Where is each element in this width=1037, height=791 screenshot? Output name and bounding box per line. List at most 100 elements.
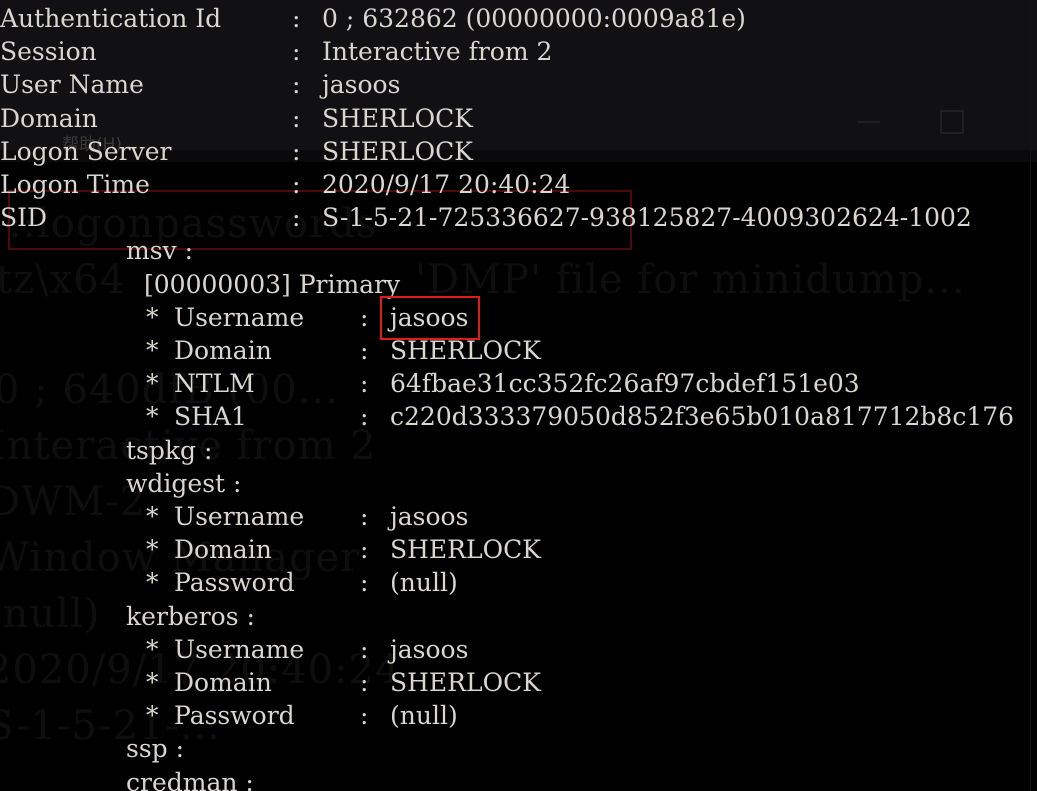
header-row-label: Logon Time <box>0 168 292 201</box>
header-row-label: Authentication Id <box>0 2 292 35</box>
credential-field-value: SHERLOCK <box>390 334 541 367</box>
package-colon: : <box>196 434 212 467</box>
package-name: kerberos <box>126 600 239 633</box>
credential-field-row: *Username:jasoos <box>146 301 468 334</box>
package-header: wdigest : <box>126 467 241 500</box>
bullet-star-icon: * <box>146 666 174 699</box>
header-row: Authentication Id:0 ; 632862 (00000000:0… <box>0 2 746 35</box>
header-row: Domain:SHERLOCK <box>0 102 473 135</box>
credential-field-value: SHERLOCK <box>390 533 541 566</box>
header-row-colon: : <box>292 2 322 35</box>
header-row-colon: : <box>292 168 322 201</box>
bullet-star-icon: * <box>146 367 174 400</box>
header-row-label: Domain <box>0 102 292 135</box>
credential-field-label: Domain <box>174 666 360 699</box>
credential-field-label: NTLM <box>174 367 360 400</box>
credential-field-value: 64fbae31cc352fc26af97cbdef151e03 <box>390 367 860 400</box>
credential-field-value: (null) <box>390 699 458 732</box>
header-row-value: jasoos <box>322 68 400 101</box>
bullet-star-icon: * <box>146 334 174 367</box>
credential-field-label: Username <box>174 633 360 666</box>
header-row-label: Session <box>0 35 292 68</box>
bullet-star-icon: * <box>146 633 174 666</box>
credential-field-label: Password <box>174 566 360 599</box>
credential-field-row: *SHA1:c220d333379050d852f3e65b010a817712… <box>146 400 1014 433</box>
header-row: User Name:jasoos <box>0 68 400 101</box>
package-colon: : <box>168 732 184 765</box>
credential-field-colon: : <box>360 566 390 599</box>
bullet-star-icon: * <box>146 400 174 433</box>
package-header: msv : <box>126 234 193 267</box>
header-row-label: User Name <box>0 68 292 101</box>
header-row-value: Interactive from 2 <box>322 35 552 68</box>
package-name: wdigest <box>126 467 225 500</box>
header-row-colon: : <box>292 68 322 101</box>
credential-field-colon: : <box>360 334 390 367</box>
package-colon: : <box>239 600 255 633</box>
package-colon: : <box>237 766 253 791</box>
credential-field-row: *Username:jasoos <box>146 500 468 533</box>
terminal-window: ::logonpasswordstz\x64'DMP' file for min… <box>0 0 1037 791</box>
package-header: kerberos : <box>126 600 255 633</box>
header-row: Session:Interactive from 2 <box>0 35 552 68</box>
package-colon: : <box>225 467 241 500</box>
credential-field-value: c220d333379050d852f3e65b010a817712b8c176 <box>390 400 1014 433</box>
credential-field-row: *Password:(null) <box>146 699 458 732</box>
package-entry-id-text: [00000003] Primary <box>144 268 400 301</box>
header-row: SID:S-1-5-21-725336627-938125827-4009302… <box>0 201 972 234</box>
bullet-star-icon: * <box>146 699 174 732</box>
package-name: msv <box>126 234 177 267</box>
credential-field-label: Username <box>174 500 360 533</box>
credential-field-colon: : <box>360 666 390 699</box>
credential-field-row: *Domain:SHERLOCK <box>146 666 541 699</box>
header-row-label: SID <box>0 201 292 234</box>
header-row-value: 2020/9/17 20:40:24 <box>322 168 570 201</box>
package-name: ssp <box>126 732 168 765</box>
credential-field-row: *Username:jasoos <box>146 633 468 666</box>
package-header: credman : <box>126 766 254 791</box>
header-row-value: SHERLOCK <box>322 102 473 135</box>
credential-field-colon: : <box>360 533 390 566</box>
credential-field-value: jasoos <box>390 633 468 666</box>
header-row-value: 0 ; 632862 (00000000:0009a81e) <box>322 2 746 35</box>
credential-field-label: Username <box>174 301 360 334</box>
header-row-colon: : <box>292 102 322 135</box>
credential-field-colon: : <box>360 500 390 533</box>
credential-field-colon: : <box>360 301 390 334</box>
credential-field-colon: : <box>360 633 390 666</box>
credential-field-value: jasoos <box>390 500 468 533</box>
credential-field-label: Domain <box>174 533 360 566</box>
credential-field-label: SHA1 <box>174 400 360 433</box>
header-row-value: SHERLOCK <box>322 135 473 168</box>
credential-field-row: *Domain:SHERLOCK <box>146 334 541 367</box>
bullet-star-icon: * <box>146 500 174 533</box>
credential-field-row: *NTLM:64fbae31cc352fc26af97cbdef151e03 <box>146 367 860 400</box>
credential-field-row: *Password:(null) <box>146 566 458 599</box>
credential-field-value: SHERLOCK <box>390 666 541 699</box>
header-row-colon: : <box>292 135 322 168</box>
credential-field-label: Domain <box>174 334 360 367</box>
package-header: ssp : <box>126 732 184 765</box>
package-colon: : <box>177 234 193 267</box>
credential-field-colon: : <box>360 400 390 433</box>
bullet-star-icon: * <box>146 301 174 334</box>
credential-field-label: Password <box>174 699 360 732</box>
header-row-colon: : <box>292 35 322 68</box>
header-row: Logon Time:2020/9/17 20:40:24 <box>0 168 570 201</box>
header-row-value: S-1-5-21-725336627-938125827-4009302624-… <box>322 201 972 234</box>
header-row-label: Logon Server <box>0 135 292 168</box>
package-name: credman <box>126 766 237 791</box>
package-name: tspkg <box>126 434 196 467</box>
credential-field-colon: : <box>360 367 390 400</box>
header-row: Logon Server:SHERLOCK <box>0 135 473 168</box>
bullet-star-icon: * <box>146 533 174 566</box>
credential-field-row: *Domain:SHERLOCK <box>146 533 541 566</box>
bullet-star-icon: * <box>146 566 174 599</box>
package-entry-id: [00000003] Primary <box>144 268 400 301</box>
package-header: tspkg : <box>126 434 212 467</box>
header-row-colon: : <box>292 201 322 234</box>
credential-field-value: (null) <box>390 566 458 599</box>
credential-field-value: jasoos <box>390 301 468 334</box>
credential-field-colon: : <box>360 699 390 732</box>
console-output: Authentication Id:0 ; 632862 (00000000:0… <box>0 0 1037 791</box>
